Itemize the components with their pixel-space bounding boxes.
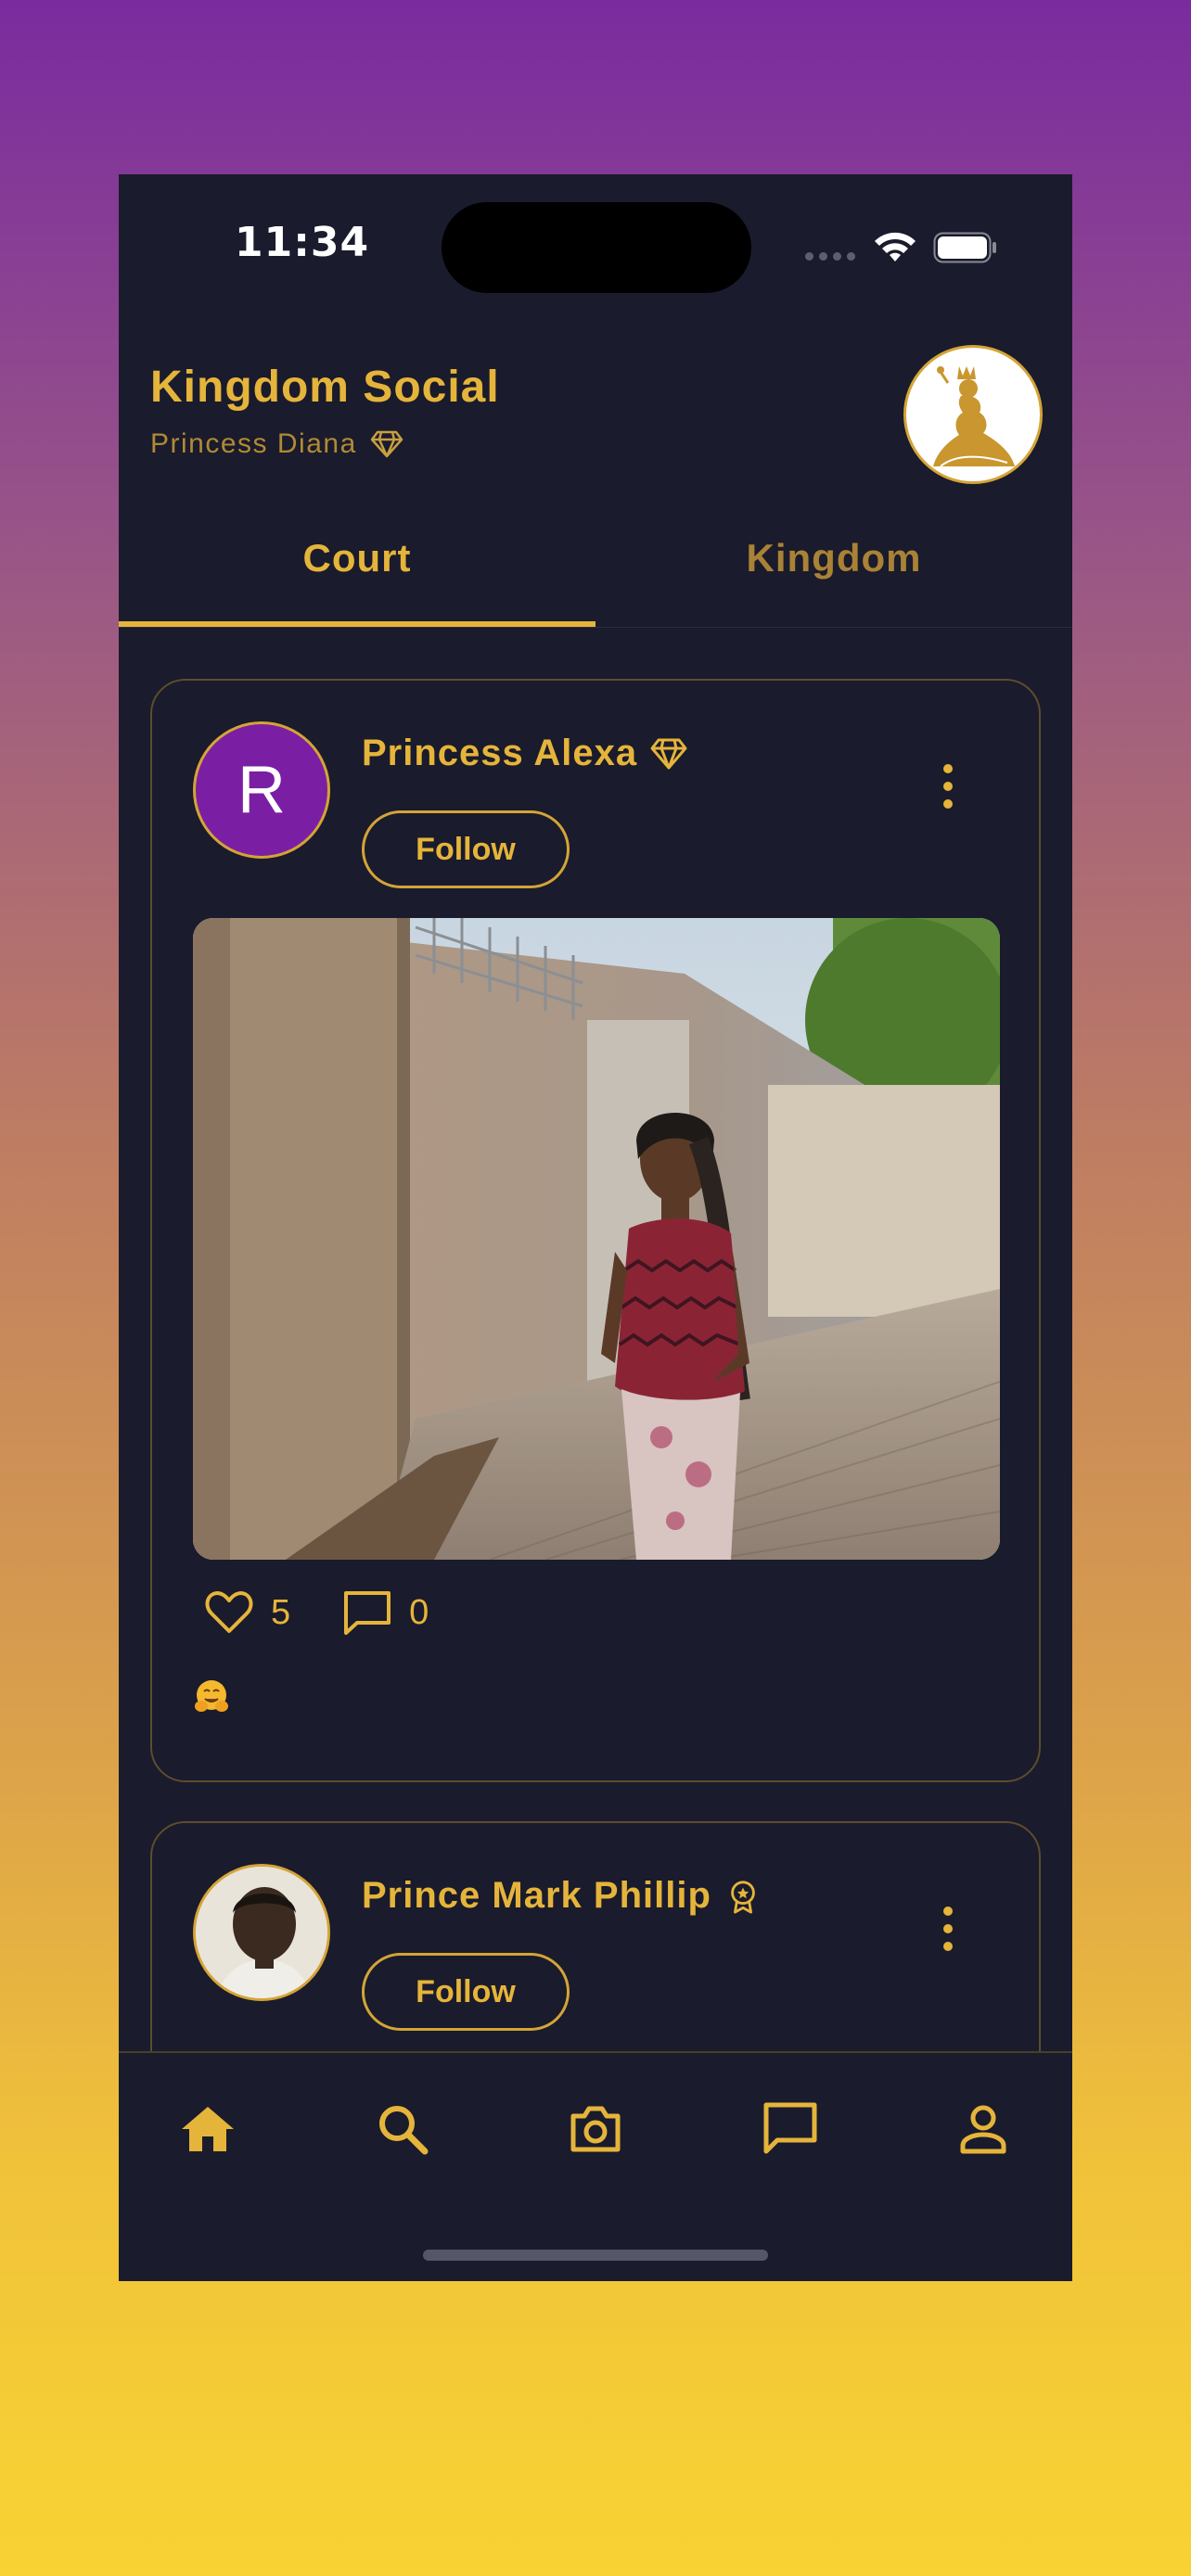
app-title: Kingdom Social: [150, 363, 500, 412]
queen-logo-icon[interactable]: [903, 345, 1043, 484]
queen-silhouette: [933, 366, 1015, 467]
home-icon: [182, 2107, 234, 2151]
post-author: Princess Alexa: [362, 733, 687, 774]
avatar[interactable]: [193, 1864, 330, 2001]
like-button[interactable]: 5: [204, 1589, 290, 1636]
like-count: 5: [271, 1592, 291, 1632]
bottom-nav: [119, 2051, 1072, 2281]
tab-court[interactable]: Court: [119, 536, 596, 580]
nav-profile[interactable]: [954, 2099, 1013, 2159]
follow-button[interactable]: Follow: [362, 810, 570, 888]
avatar[interactable]: R: [193, 721, 330, 859]
more-options-icon[interactable]: [929, 1901, 967, 1957]
post-author: Prince Mark Phillip: [362, 1875, 762, 1917]
home-indicator[interactable]: [423, 2250, 768, 2261]
wifi-icon: [875, 232, 916, 261]
award-icon: [731, 1880, 755, 1914]
search-icon: [379, 2106, 429, 2155]
current-user: Princess Diana: [150, 428, 403, 460]
cellular-signal-icon: [805, 252, 857, 263]
author-name[interactable]: Princess Alexa: [362, 733, 637, 774]
post-caption: [193, 1678, 230, 1715]
chat-icon: [763, 2102, 817, 2154]
hugging-face-emoji: [195, 1680, 228, 1712]
current-user-name: Princess Diana: [150, 428, 357, 459]
author-name[interactable]: Prince Mark Phillip: [362, 1875, 711, 1917]
tab-kingdom[interactable]: Kingdom: [596, 536, 1072, 580]
nav-home[interactable]: [178, 2099, 237, 2159]
camera-icon: [570, 2106, 621, 2152]
diamond-icon: [650, 738, 687, 769]
comment-button[interactable]: 0: [342, 1589, 429, 1636]
comment-icon: [344, 1591, 391, 1635]
battery-icon: [933, 232, 996, 263]
post-actions: 5 0: [204, 1589, 480, 1636]
dynamic-island: [442, 202, 751, 293]
post-photo: [193, 918, 1000, 1560]
status-time: 11:34: [235, 219, 370, 266]
phone-screen: 11:34 Kingdom Social Princess Diana Cour…: [119, 174, 1072, 2281]
heart-icon: [205, 1591, 253, 1633]
nav-camera[interactable]: [566, 2099, 625, 2159]
avatar-photo: [196, 1867, 327, 1998]
more-options-icon[interactable]: [929, 759, 967, 814]
diamond-icon: [370, 430, 403, 458]
post-image[interactable]: [193, 918, 1000, 1560]
nav-messages[interactable]: [761, 2099, 820, 2159]
comment-count: 0: [409, 1592, 429, 1632]
follow-button[interactable]: Follow: [362, 1953, 570, 2031]
avatar-initial: R: [237, 753, 286, 827]
nav-search[interactable]: [373, 2099, 432, 2159]
tab-divider: [119, 627, 1072, 628]
post-card: R Princess Alexa Follow 5 0: [150, 679, 1041, 1782]
profile-icon: [960, 2105, 1006, 2154]
